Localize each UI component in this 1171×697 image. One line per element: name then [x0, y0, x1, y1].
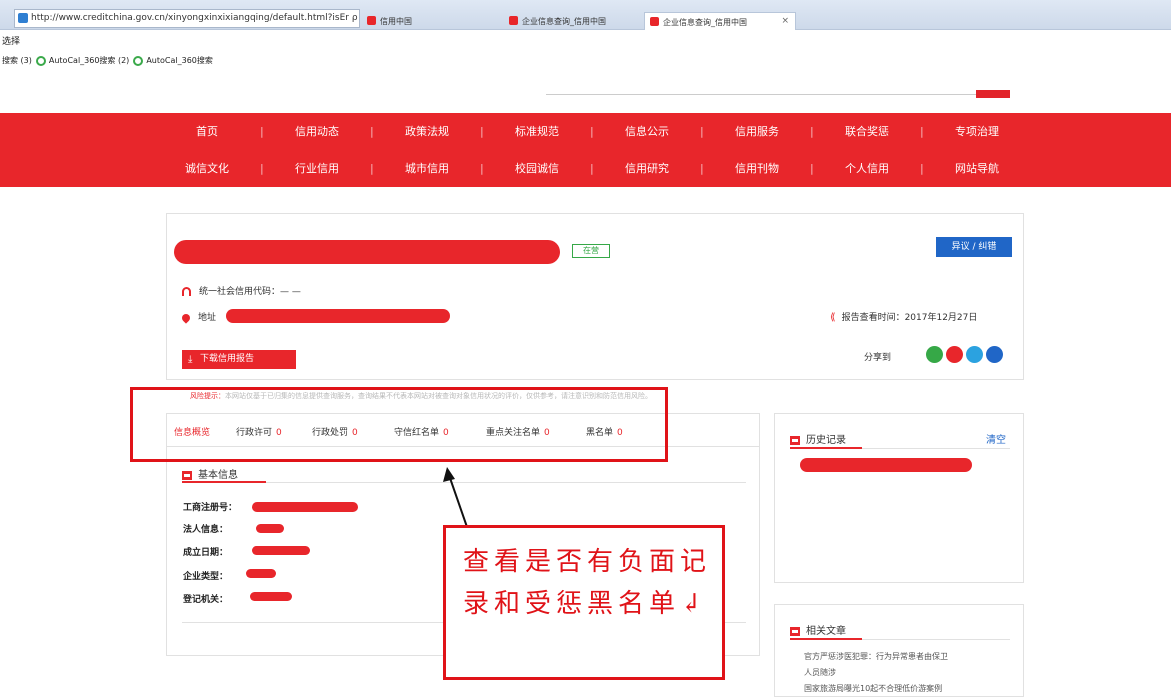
renren-icon[interactable] [986, 346, 1003, 363]
favorite-item[interactable]: 搜索 (3) [2, 56, 32, 65]
download-icon: ⤓ [188, 354, 193, 365]
headset-icon [182, 287, 191, 296]
share-arrow-icon: ⟪ [830, 312, 836, 323]
nav-item[interactable]: 诚信文化 [152, 150, 262, 187]
registration-authority-label: 登记机关： [183, 595, 229, 605]
highlight-box [130, 387, 668, 462]
history-card-icon [790, 435, 800, 445]
nav-item[interactable]: 政策法规 [370, 113, 482, 150]
redacted-value [256, 524, 284, 533]
founded-date-label: 成立日期： [183, 548, 229, 558]
nav-item[interactable]: 专项治理 [920, 113, 1032, 150]
basic-info-title: 基本信息 [182, 466, 238, 481]
favicon-icon [509, 16, 518, 25]
wechat-icon[interactable] [926, 346, 943, 363]
share-label: 分享到 [864, 353, 892, 363]
section-underline [790, 638, 862, 640]
main-nav: 首页信用动态政策法规标准规范信息公示信用服务联合奖惩专项治理 诚信文化行业信用城… [0, 113, 1171, 187]
redacted-value [252, 546, 310, 555]
section-title: 历史记录 [806, 435, 846, 446]
tab-label: 企业信息查询_信用中国 [663, 18, 747, 27]
nav-item[interactable]: 网站导航 [920, 150, 1032, 187]
credit-code-label: 统一社会信用代码：— — [199, 287, 301, 297]
nav-item[interactable]: 首页 [152, 113, 262, 150]
section-underline [790, 447, 862, 449]
address-label: 地址 [198, 313, 217, 323]
tab-label: 信用中国 [380, 17, 412, 26]
credit-code-row: 统一社会信用代码：— — [182, 284, 301, 297]
nav-item[interactable]: 信用动态 [260, 113, 372, 150]
favicon-icon [650, 17, 659, 26]
info-card-icon [182, 470, 192, 480]
status-badge: 在营 [572, 244, 610, 258]
article-link[interactable]: 国家旅游局曝光10起不合理低价游案例 [804, 683, 942, 694]
dispute-button[interactable]: 异议 / 纠错 [936, 237, 1012, 257]
qzone-icon[interactable] [966, 346, 983, 363]
site-search-input[interactable] [546, 73, 976, 95]
browser-tab-2[interactable]: 企业信息查询_信用中国 [504, 12, 634, 30]
report-time: 报告查看时间：2017年12月27日 [841, 313, 978, 323]
nav-item[interactable]: 标准规范 [480, 113, 592, 150]
nav-item[interactable]: 信用服务 [700, 113, 812, 150]
report-time-row: ⟪ 报告查看时间：2017年12月27日 [830, 310, 977, 323]
article-card-icon [790, 626, 800, 636]
redacted-address [226, 309, 450, 323]
address-bar[interactable]: http://www.creditchina.gov.cn/xinyongxin… [14, 9, 360, 28]
annotation-text: 查看是否有负面记录和受惩黑名单↲ [463, 547, 712, 619]
redacted-history-item [800, 458, 972, 472]
nav-item[interactable]: 联合奖惩 [810, 113, 922, 150]
favorites-bar: 搜索 (3) AutoCal_360搜索 (2) AutoCal_360搜索 [0, 55, 600, 71]
browser-icon [18, 13, 28, 23]
section-underline [182, 481, 266, 483]
download-report-button[interactable]: ⤓ 下载信用报告 [182, 350, 296, 369]
nav-item[interactable]: 校园诚信 [480, 150, 592, 187]
360-search-icon [133, 55, 144, 66]
nav-item[interactable]: 信用研究 [590, 150, 702, 187]
nav-item[interactable]: 城市信用 [370, 150, 482, 187]
redacted-value [250, 592, 292, 601]
360-search-icon [35, 55, 46, 66]
favorite-item[interactable]: AutoCal_360搜索 (2) [49, 56, 129, 65]
nav-row-2: 诚信文化行业信用城市信用校园诚信信用研究信用刊物个人信用网站导航 [152, 150, 1032, 187]
favorite-item[interactable]: AutoCal_360搜索 [146, 56, 213, 65]
company-type-label: 企业类型： [183, 572, 229, 582]
weibo-icon[interactable] [946, 346, 963, 363]
legal-person-label: 法人信息： [183, 525, 229, 535]
address-text: http://www.creditchina.gov.cn/xinyongxin… [31, 13, 360, 23]
location-pin-icon [180, 311, 192, 324]
clear-history-link[interactable]: 清空 [986, 431, 1006, 446]
browser-tab-3[interactable]: 企业信息查询_信用中国 × [644, 12, 796, 30]
tab-label: 企业信息查询_信用中国 [522, 17, 606, 26]
section-title: 相关文章 [806, 626, 846, 637]
browser-tab-1[interactable]: 信用中国 [362, 12, 482, 30]
nav-row-1: 首页信用动态政策法规标准规范信息公示信用服务联合奖惩专项治理 [152, 113, 1032, 150]
menu-line: 选择 [2, 37, 21, 47]
site-search-button[interactable] [976, 90, 1010, 98]
close-icon[interactable]: × [781, 16, 789, 26]
nav-item[interactable]: 个人信用 [810, 150, 922, 187]
article-link[interactable]: 人员随涉 [804, 667, 836, 678]
history-title: 历史记录 [790, 431, 846, 446]
section-title: 基本信息 [198, 470, 238, 481]
reg-number-label: 工商注册号： [183, 503, 238, 513]
address-row: 地址 [180, 310, 217, 324]
nav-item[interactable]: 行业信用 [260, 150, 372, 187]
related-title: 相关文章 [790, 622, 846, 637]
article-link[interactable]: 官方严惩涉医犯罪：行为异常患者由保卫 [804, 651, 948, 662]
nav-item[interactable]: 信息公示 [590, 113, 702, 150]
nav-item[interactable]: 信用刊物 [700, 150, 812, 187]
favicon-icon [367, 16, 376, 25]
redacted-value [246, 569, 276, 578]
redacted-company-name [174, 240, 560, 264]
download-label: 下载信用报告 [200, 354, 255, 364]
section-divider [182, 482, 746, 483]
redacted-value [252, 502, 358, 512]
